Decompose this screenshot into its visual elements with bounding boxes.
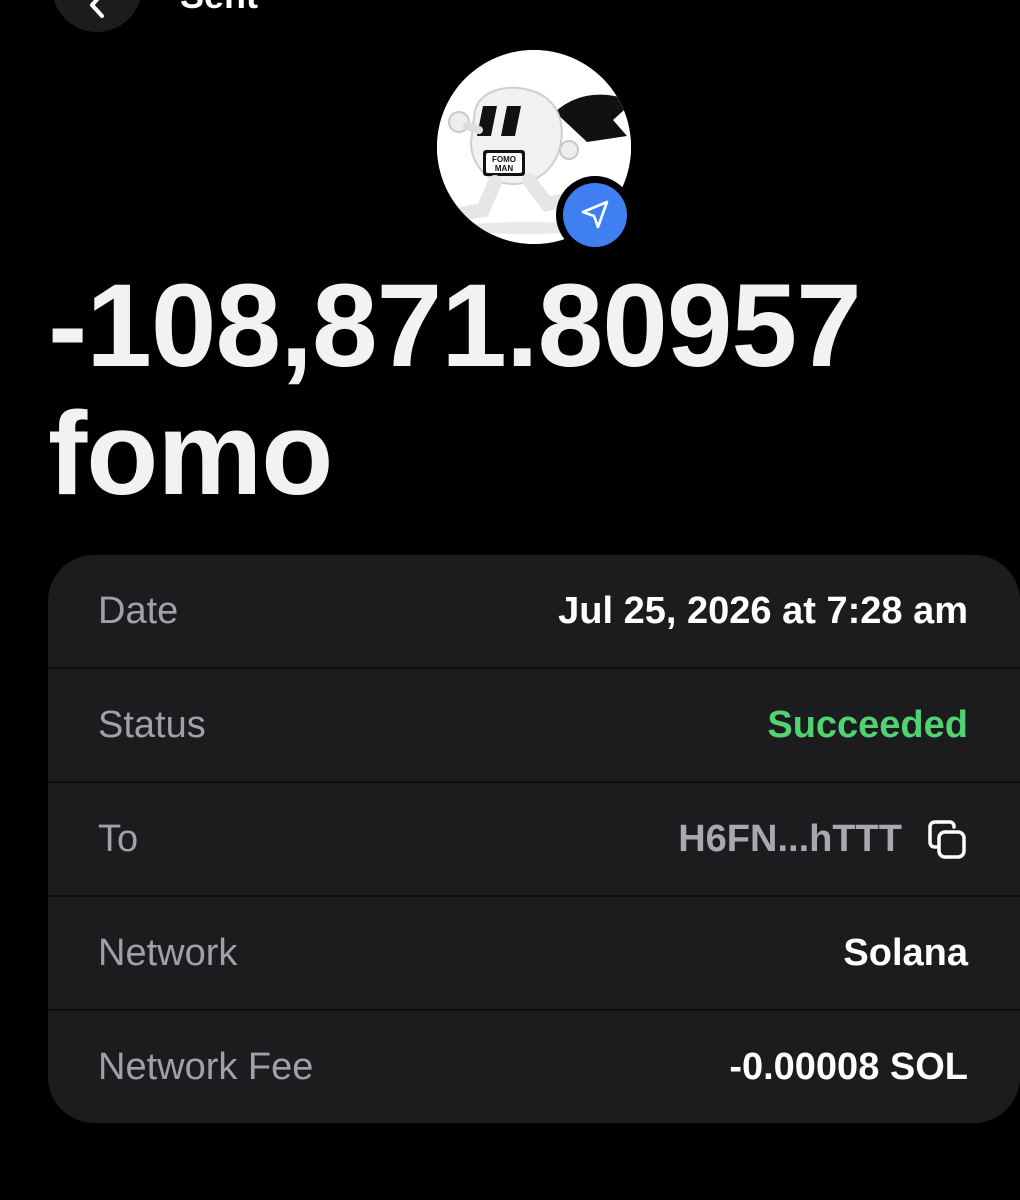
date-value: Jul 25, 2026 at 7:28 am (558, 590, 968, 632)
send-arrow-icon (581, 200, 609, 229)
token-symbol: fomo (48, 388, 333, 520)
network-value: Solana (843, 932, 968, 974)
network-label: Network (98, 932, 238, 974)
detail-row-network-fee: Network Fee -0.00008 SOL (48, 1009, 1020, 1123)
detail-row-network: Network Solana (48, 895, 1020, 1009)
transaction-details-card: Date Jul 25, 2026 at 7:28 am Status Succ… (48, 555, 1020, 1123)
network-fee-value: -0.00008 SOL (729, 1046, 968, 1088)
copy-icon[interactable] (926, 819, 968, 861)
amount-value: -108,871.80957 (48, 260, 862, 392)
svg-text:MAN: MAN (495, 164, 513, 173)
back-button[interactable] (52, 0, 142, 32)
detail-row-to[interactable]: To H6FN...hTTT (48, 781, 1020, 895)
status-label: Status (98, 704, 206, 746)
svg-text:FOMO: FOMO (492, 155, 516, 164)
network-fee-label: Network Fee (98, 1046, 314, 1088)
chevron-left-icon (90, 0, 104, 18)
detail-row-status: Status Succeeded (48, 667, 1020, 781)
to-address: H6FN...hTTT (678, 818, 902, 860)
status-value: Succeeded (767, 704, 968, 746)
date-label: Date (98, 590, 179, 632)
transaction-amount: -108,871.80957 fomo (48, 262, 988, 518)
to-label: To (98, 818, 139, 860)
send-badge (556, 176, 634, 254)
page-title: Sent (180, 0, 258, 14)
detail-row-date: Date Jul 25, 2026 at 7:28 am (48, 555, 1020, 667)
